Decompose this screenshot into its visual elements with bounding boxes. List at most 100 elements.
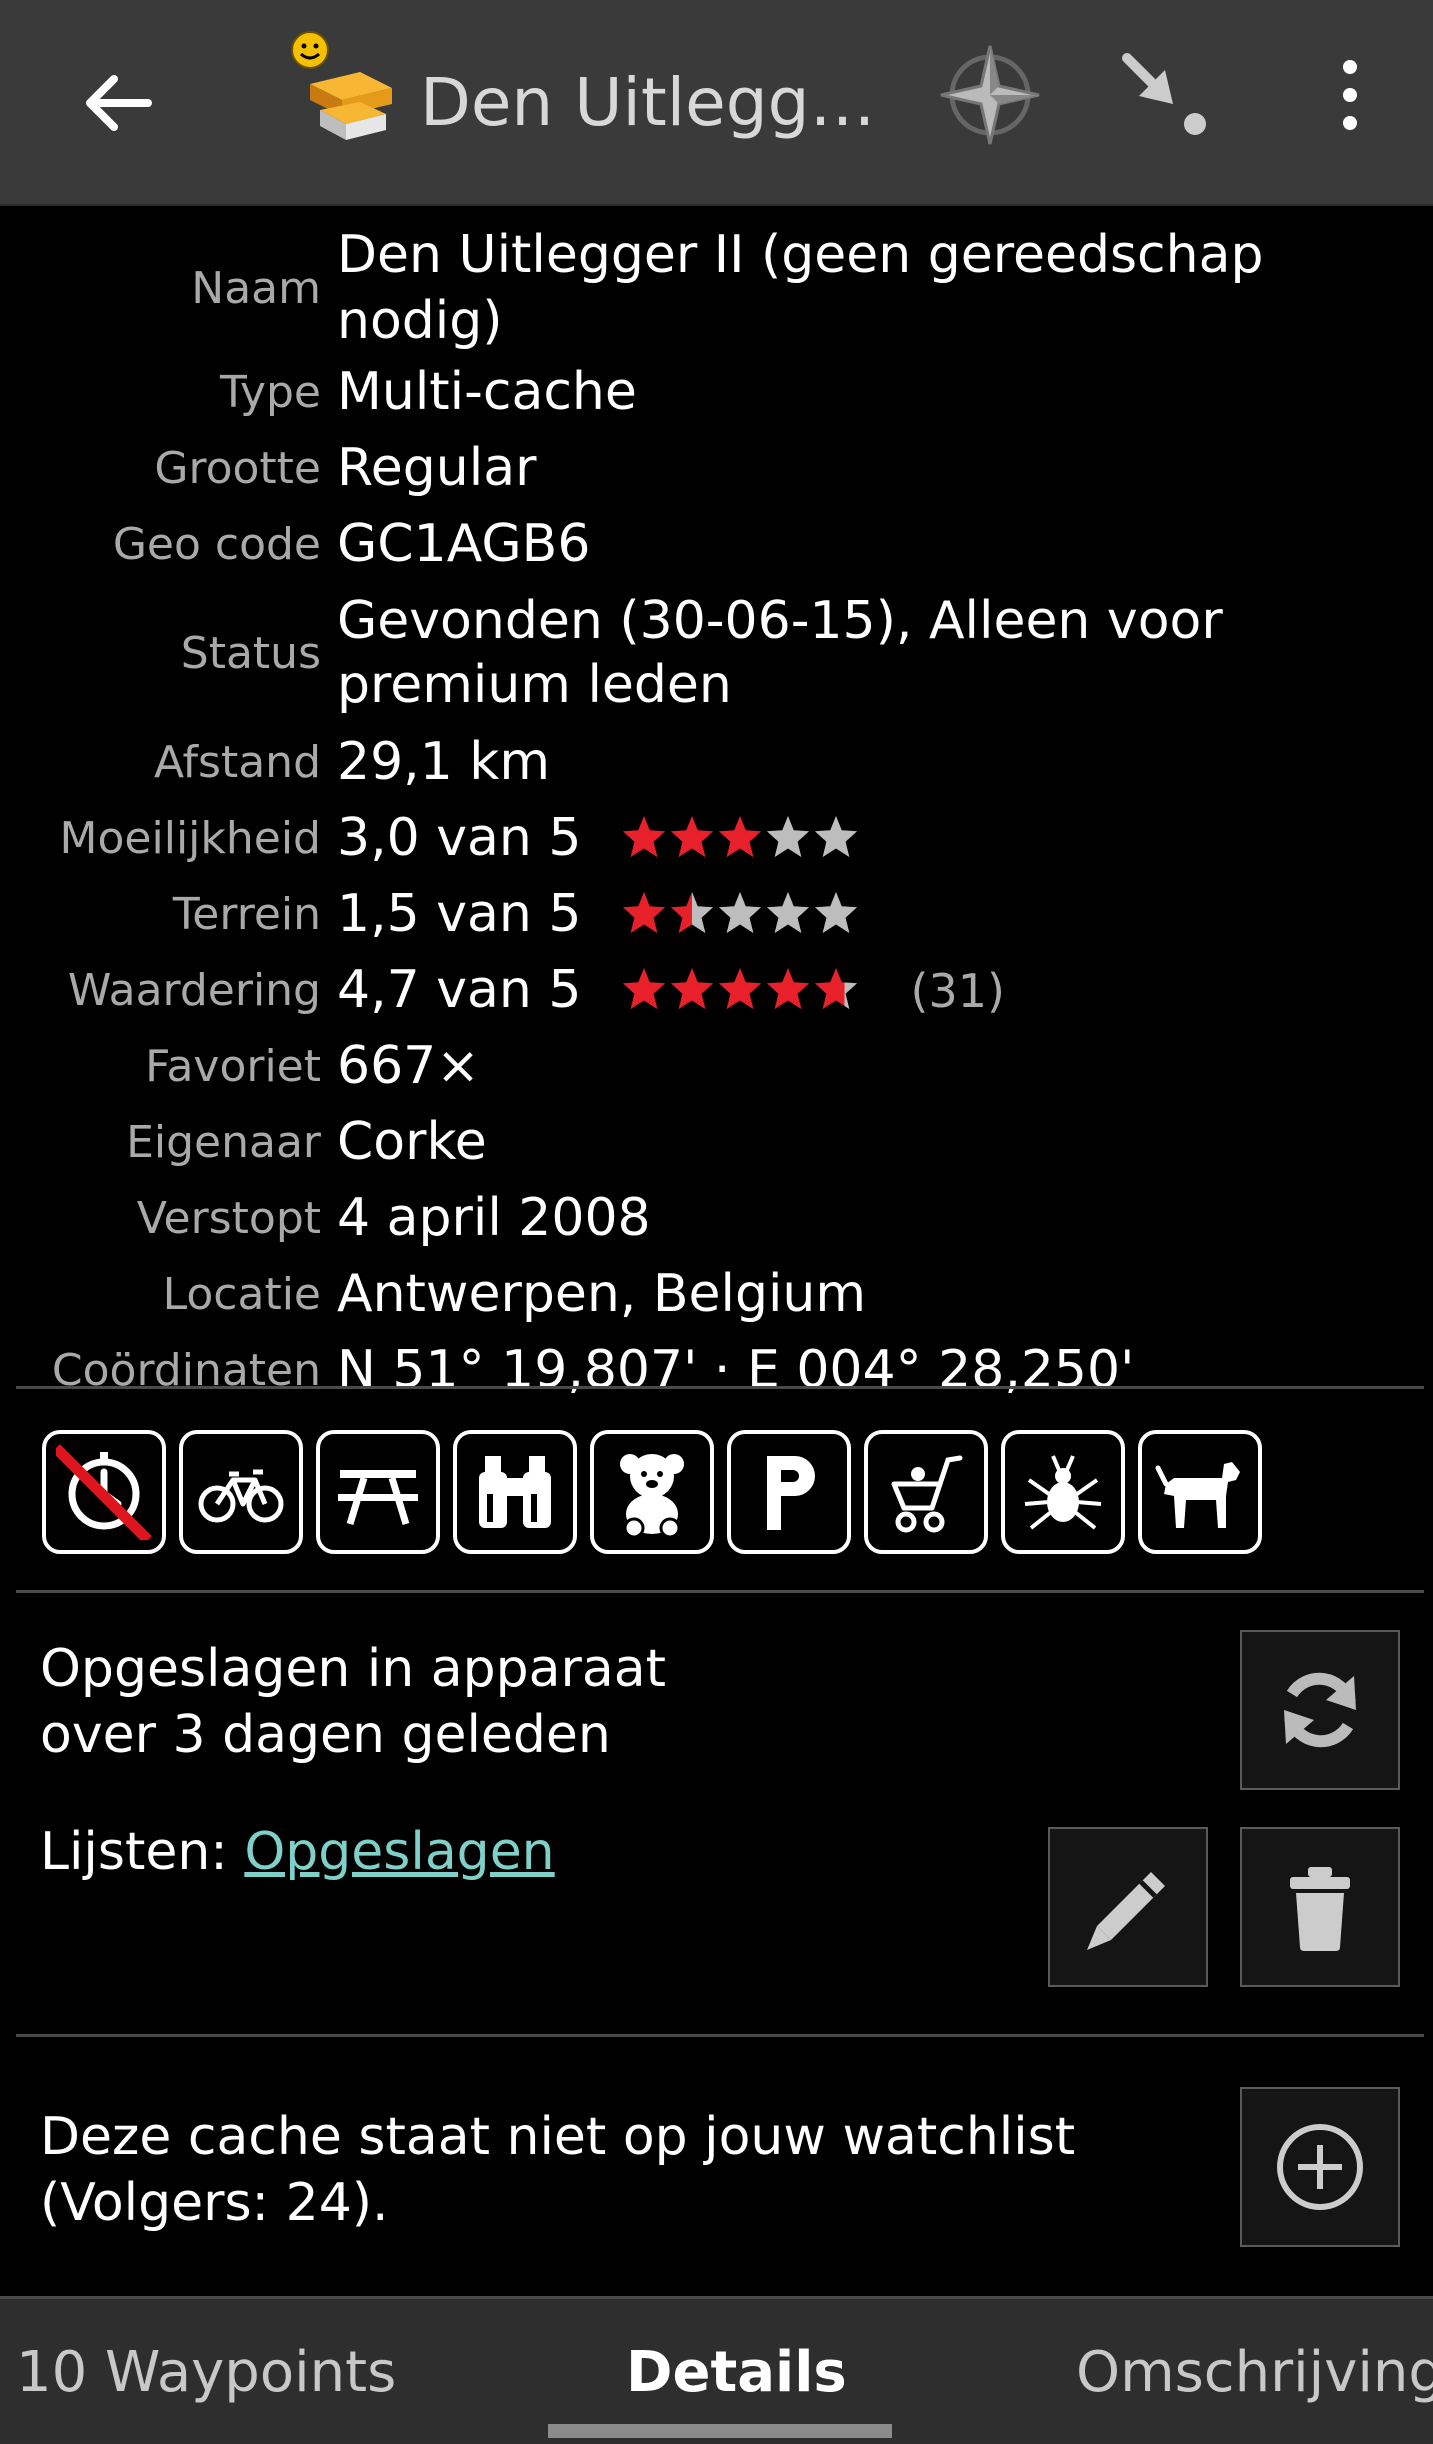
detail-row-owner: Eigenaar Corke	[0, 1104, 1433, 1180]
detail-value: Corke	[337, 1112, 487, 1172]
action-bar: Den Uitlegger...	[0, 0, 1433, 206]
detail-row-size: Grootte Regular	[0, 430, 1433, 506]
no-long-walk-icon[interactable]	[42, 1430, 166, 1554]
parking-icon[interactable]	[727, 1430, 851, 1554]
detail-label: Afstand	[154, 736, 321, 788]
detail-value: Gevonden (30-06-15), Alleen voor premium…	[337, 591, 1223, 715]
rating-votes: (31)	[910, 963, 1005, 1018]
detail-value: Regular	[337, 438, 537, 498]
detail-row-favorites: Favoriet 667×	[0, 1028, 1433, 1104]
divider	[16, 2034, 1424, 2037]
divider	[16, 1590, 1424, 1593]
star-icon	[766, 967, 810, 1009]
lists-label: Lijsten:	[40, 1822, 245, 1882]
detail-label: Terrein	[172, 888, 321, 940]
detail-row-geocode: Geo code GC1AGB6	[0, 506, 1433, 582]
detail-row-difficulty: Moeilijkheid 3,0 van 5	[0, 800, 1433, 876]
star-icon	[622, 815, 666, 858]
star-icon	[814, 815, 858, 858]
detail-row-terrain: Terrein 1,5 van 5	[0, 876, 1433, 952]
lists: Lijsten: Opgeslagen	[40, 1822, 555, 1882]
detail-value: Den Uitlegger II (geen gereedschap nodig…	[337, 225, 1264, 351]
detail-row-rating: Waardering 4,7 van 5 (31)	[0, 952, 1433, 1028]
watchlist-info: Deze cache staat niet op jouw watchlist …	[40, 2104, 1190, 2236]
binoculars-icon[interactable]	[453, 1430, 577, 1554]
tab-description[interactable]: Omschrijving	[1076, 2299, 1433, 2444]
detail-label: Grootte	[154, 442, 321, 494]
detail-row-hidden: Verstopt 4 april 2008	[0, 1180, 1433, 1256]
star-icon	[622, 967, 666, 1009]
refresh-button[interactable]	[1240, 1630, 1400, 1790]
star-icon	[670, 891, 714, 934]
star-icon	[718, 967, 762, 1009]
detail-label: Moeilijkheid	[59, 812, 321, 864]
detail-row-type: Type Multi-cache	[0, 354, 1433, 430]
detail-value: GC1AGB6	[337, 514, 591, 574]
tab-indicator	[548, 2424, 892, 2438]
detail-row-coordinates[interactable]: Coördinaten N 51° 19,807' · E 004° 28,25…	[0, 1332, 1433, 1408]
detail-label: Favoriet	[145, 1040, 321, 1092]
star-icon	[670, 815, 714, 858]
multi-cache-icon	[282, 24, 412, 154]
detail-value: 4,7 van 5	[337, 959, 582, 1020]
divider	[16, 1386, 1424, 1389]
compass-icon[interactable]	[935, 40, 1045, 150]
tab-bar: 10 Waypoints Details Omschrijving	[0, 2296, 1433, 2444]
bicycle-icon[interactable]	[179, 1430, 303, 1554]
add-to-watchlist-button[interactable]	[1240, 2087, 1400, 2247]
storage-info: Opgeslagen in apparaat over 3 dagen gele…	[40, 1636, 666, 1768]
detail-row-status: Status Gevonden (30-06-15), Alleen voor …	[0, 582, 1433, 724]
detail-label: Naam	[191, 262, 321, 314]
star-icon	[814, 891, 858, 934]
tick-icon[interactable]	[1001, 1430, 1125, 1554]
refresh-icon	[1284, 1672, 1356, 1748]
detail-label: Verstopt	[136, 1192, 321, 1244]
delete-button[interactable]	[1240, 1827, 1400, 1987]
tab-details[interactable]: Details	[626, 2299, 847, 2444]
watchlist-followers: (Volgers: 24).	[40, 2173, 389, 2233]
star-icon	[718, 891, 762, 934]
detail-row-location: Locatie Antwerpen, Belgium	[0, 1256, 1433, 1332]
stroller-icon[interactable]	[864, 1430, 988, 1554]
teddy-bear-icon[interactable]	[590, 1430, 714, 1554]
star-icon	[814, 967, 858, 1009]
star-icon	[766, 815, 810, 858]
terrain-stars	[620, 890, 860, 936]
back-arrow-icon[interactable]	[62, 48, 172, 158]
plus-circle-icon	[1277, 2124, 1363, 2210]
detail-value: 29,1 km	[337, 732, 551, 792]
detail-value: Multi-cache	[337, 362, 637, 422]
detail-row-name: Naam Den Uitlegger II (geen gereedschap …	[0, 222, 1433, 354]
detail-value[interactable]: N 51° 19,807' · E 004° 28,250'	[337, 1337, 1433, 1403]
navigate-icon[interactable]	[1115, 40, 1225, 150]
stored-line: Opgeslagen in apparaat	[40, 1639, 667, 1699]
detail-label: Eigenaar	[126, 1116, 321, 1168]
dog-icon[interactable]	[1138, 1430, 1262, 1554]
difficulty-stars	[620, 814, 860, 860]
detail-row-distance: Afstand 29,1 km	[0, 724, 1433, 800]
detail-value: Antwerpen, Belgium	[337, 1264, 867, 1324]
more-vert-icon[interactable]	[1300, 40, 1400, 150]
detail-label: Waardering	[67, 964, 321, 1016]
detail-value: 4 april 2008	[337, 1188, 651, 1248]
picnic-table-icon[interactable]	[316, 1430, 440, 1554]
trash-icon	[1290, 1867, 1350, 1951]
detail-label: Status	[180, 627, 321, 679]
star-icon	[622, 891, 666, 934]
detail-label: Locatie	[162, 1268, 321, 1320]
rating-stars	[620, 966, 860, 1012]
star-icon	[718, 815, 762, 858]
detail-value: 667×	[337, 1036, 480, 1096]
watchlist-status: Deze cache staat niet op jouw watchlist	[40, 2107, 1076, 2167]
cache-title: Den Uitlegger...	[420, 64, 900, 141]
edit-lists-button[interactable]	[1048, 1827, 1208, 1987]
detail-value: 3,0 van 5	[337, 808, 582, 868]
list-link[interactable]: Opgeslagen	[244, 1822, 554, 1882]
detail-label: Type	[219, 366, 321, 418]
pencil-icon	[1087, 1872, 1165, 1950]
detail-value: 1,5 van 5	[337, 884, 582, 944]
cache-details: Naam Den Uitlegger II (geen gereedschap …	[0, 222, 1433, 1408]
tab-waypoints[interactable]: 10 Waypoints	[16, 2299, 396, 2444]
attributes-bar[interactable]	[42, 1430, 1275, 1554]
stored-age: over 3 dagen geleden	[40, 1705, 611, 1765]
